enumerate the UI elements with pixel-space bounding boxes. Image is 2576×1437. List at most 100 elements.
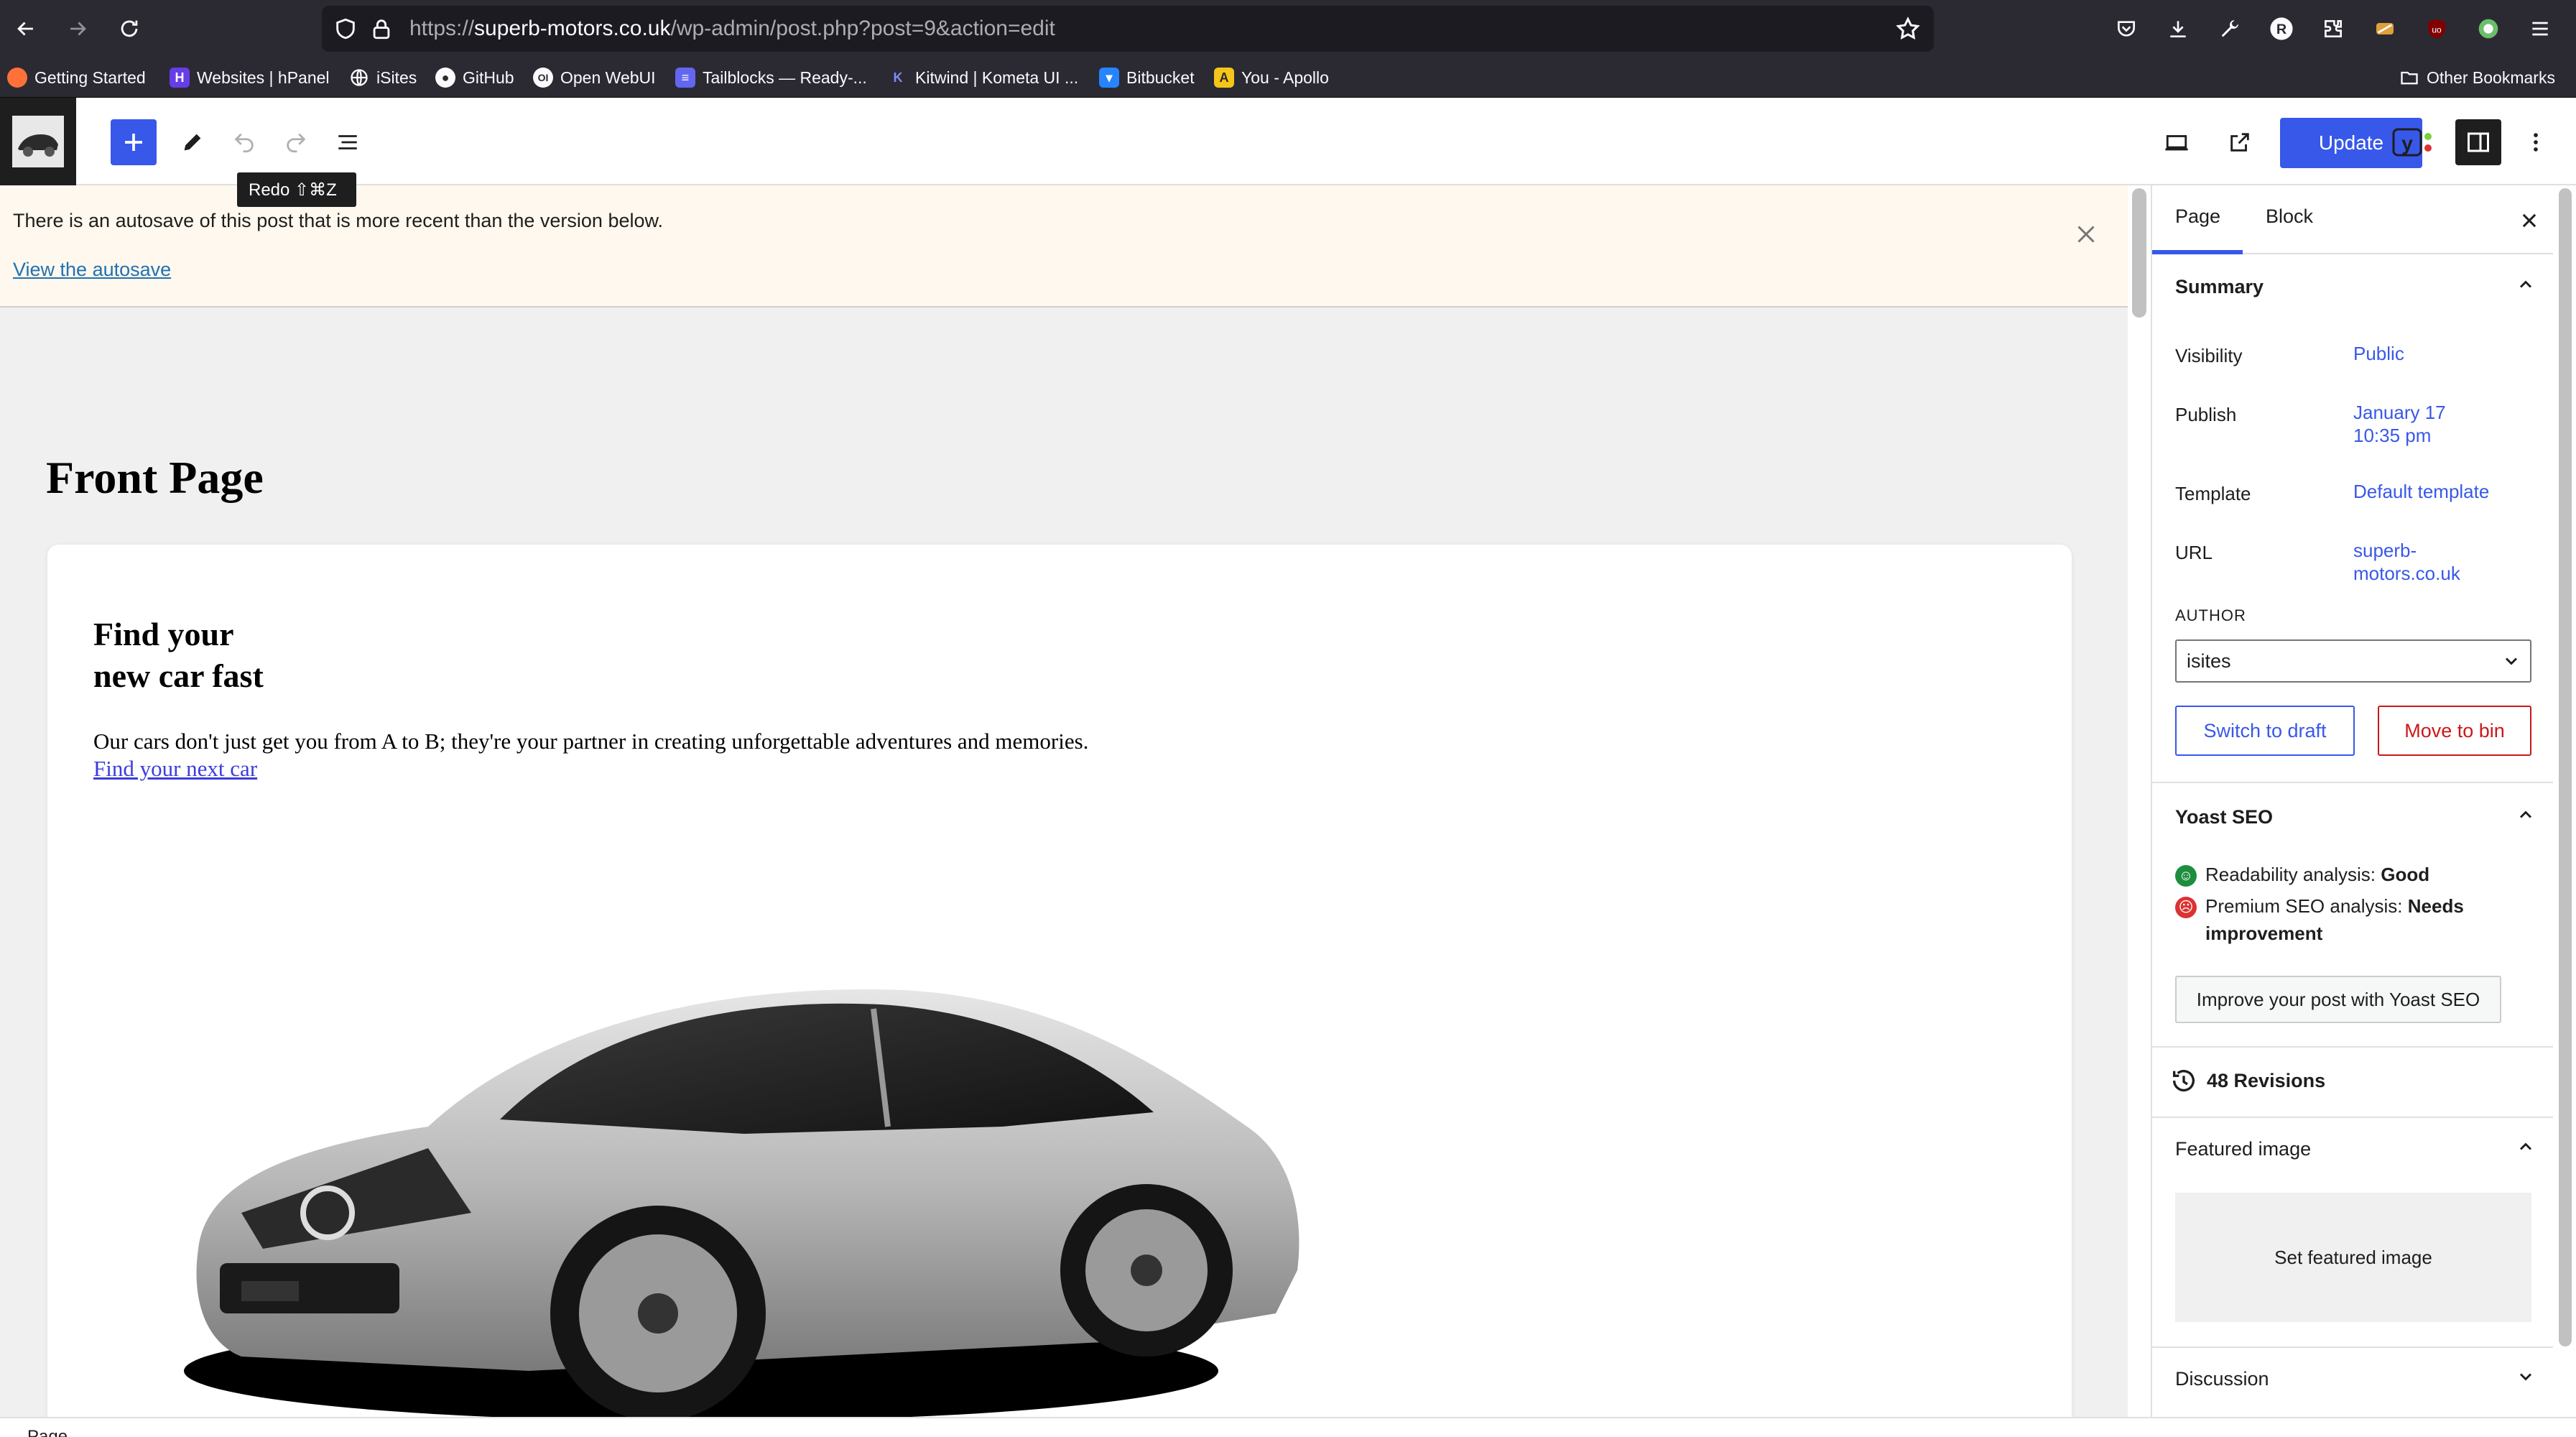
featured-image-title[interactable]: Featured image bbox=[2175, 1138, 2311, 1160]
find-car-link[interactable]: Find your next car bbox=[93, 756, 257, 782]
document-overview-button[interactable] bbox=[325, 119, 371, 165]
close-icon bbox=[2522, 213, 2536, 228]
discussion-expand-button[interactable] bbox=[2511, 1362, 2540, 1391]
tab-block[interactable]: Block bbox=[2266, 205, 2313, 228]
undo-button[interactable] bbox=[221, 119, 267, 165]
readability-label: Readability analysis: bbox=[2205, 864, 2381, 885]
visibility-value[interactable]: Public bbox=[2353, 342, 2540, 365]
shield-icon[interactable] bbox=[333, 16, 358, 42]
bookmark-open-webui[interactable]: OI Open WebUI bbox=[533, 65, 656, 91]
kitwind-icon: K bbox=[893, 70, 903, 85]
firefox-icon bbox=[7, 68, 27, 88]
divider bbox=[2152, 1346, 2553, 1348]
redo-tooltip: Redo ⇧⌘Z bbox=[237, 172, 356, 207]
bookmark-apollo[interactable]: A You - Apollo bbox=[1214, 65, 1329, 91]
yoast-panel-title[interactable]: Yoast SEO bbox=[2175, 806, 2273, 828]
template-label: Template bbox=[2175, 483, 2251, 504]
breadcrumb-page[interactable]: Page bbox=[27, 1427, 68, 1437]
wrench-icon bbox=[2221, 19, 2238, 37]
history-icon bbox=[2172, 1070, 2195, 1092]
extensions-button[interactable] bbox=[2307, 0, 2359, 57]
chevron-up-icon bbox=[2519, 1142, 2532, 1150]
reload-button[interactable] bbox=[103, 0, 155, 57]
bookmark-hpanel[interactable]: H Websites | hPanel bbox=[170, 65, 330, 91]
hamburger-menu-icon bbox=[2532, 22, 2548, 36]
undo-icon bbox=[234, 133, 254, 153]
template-value[interactable]: Default template bbox=[2353, 480, 2540, 503]
more-vertical-icon bbox=[2534, 133, 2538, 152]
redo-icon bbox=[287, 133, 306, 153]
chevron-down-icon bbox=[2519, 1373, 2532, 1381]
divider bbox=[2152, 1046, 2553, 1048]
bookmark-github[interactable]: ● GitHub bbox=[435, 65, 514, 91]
bookmark-getting-started[interactable]: Getting Started bbox=[7, 65, 146, 91]
bookmark-tailblocks[interactable]: ≡ Tailblocks — Ready-... bbox=[675, 65, 867, 91]
devtools-button[interactable] bbox=[2204, 0, 2256, 57]
url-value[interactable]: superb- motors.co.uk bbox=[2353, 539, 2540, 585]
sidebar-scrollbar[interactable] bbox=[2559, 188, 2572, 1346]
move-to-bin-button[interactable]: Move to bin bbox=[2378, 706, 2531, 756]
bookmark-star-icon[interactable] bbox=[1895, 16, 1921, 42]
bookmark-bitbucket[interactable]: ▾ Bitbucket bbox=[1099, 65, 1195, 91]
options-button[interactable] bbox=[2513, 119, 2559, 165]
revisions-button[interactable]: 48 Revisions bbox=[2169, 1066, 2325, 1095]
switch-to-draft-button[interactable]: Switch to draft bbox=[2175, 706, 2355, 756]
bookmark-isites[interactable]: iSites bbox=[349, 65, 417, 91]
close-settings-button[interactable] bbox=[2511, 203, 2547, 239]
extension-button-2[interactable] bbox=[2463, 0, 2514, 57]
yoast-button[interactable]: y bbox=[2391, 119, 2437, 165]
redo-button[interactable] bbox=[273, 119, 319, 165]
profile-r-button[interactable]: R bbox=[2256, 0, 2307, 57]
summary-collapse-button[interactable] bbox=[2511, 270, 2540, 299]
chevron-up-icon bbox=[2519, 810, 2532, 818]
arrow-left-icon bbox=[17, 22, 33, 36]
bookmark-kitwind[interactable]: K Kitwind | Kometa UI ... bbox=[888, 65, 1079, 91]
forward-button[interactable] bbox=[52, 0, 103, 57]
tab-page[interactable]: Page bbox=[2175, 205, 2220, 228]
app-menu-button[interactable] bbox=[2514, 0, 2566, 57]
bookmark-label: GitHub bbox=[463, 68, 514, 87]
ublock-button[interactable]: uo bbox=[2411, 0, 2463, 57]
set-featured-image-button[interactable]: Set featured image bbox=[2175, 1193, 2531, 1322]
hero-heading[interactable]: Find your new car fast bbox=[93, 614, 524, 697]
add-block-button[interactable] bbox=[111, 119, 157, 165]
canvas-scrollbar[interactable] bbox=[2132, 188, 2146, 318]
lock-icon[interactable] bbox=[369, 16, 394, 42]
editor-canvas[interactable]: There is an autosave of this post that i… bbox=[0, 185, 2128, 1417]
pocket-button[interactable] bbox=[2100, 0, 2152, 57]
sidebar-icon bbox=[2468, 132, 2489, 152]
dismiss-notice-button[interactable] bbox=[2065, 213, 2108, 256]
autosave-notice-text: There is an autosave of this post that i… bbox=[13, 210, 664, 231]
view-autosave-link[interactable]: View the autosave bbox=[13, 259, 171, 281]
openwebui-icon: OI bbox=[533, 68, 553, 88]
improve-yoast-button[interactable]: Improve your post with Yoast SEO bbox=[2175, 976, 2501, 1023]
settings-sidebar-toggle[interactable] bbox=[2455, 119, 2501, 165]
back-button[interactable] bbox=[0, 0, 52, 57]
featured-collapse-button[interactable] bbox=[2511, 1132, 2540, 1161]
pocket-icon bbox=[2118, 21, 2135, 37]
site-icon-button[interactable] bbox=[0, 98, 76, 185]
url-bar[interactable]: https://superb-motors.co.uk/wp-admin/pos… bbox=[322, 6, 1934, 52]
car-image[interactable] bbox=[155, 911, 1326, 1417]
url-text[interactable]: https://superb-motors.co.uk/wp-admin/pos… bbox=[409, 16, 1055, 42]
puzzle-icon bbox=[2325, 20, 2342, 37]
post-title[interactable]: Front Page bbox=[46, 451, 264, 504]
hero-block[interactable]: Find your new car fast Our cars don't ju… bbox=[47, 545, 2072, 1417]
download-icon bbox=[2170, 21, 2186, 37]
apollo-icon: A bbox=[1214, 68, 1234, 88]
other-bookmarks[interactable]: Other Bookmarks bbox=[2399, 65, 2555, 91]
yoast-collapse-button[interactable] bbox=[2511, 800, 2540, 829]
preview-button[interactable] bbox=[2154, 119, 2200, 165]
summary-panel-title[interactable]: Summary bbox=[2175, 276, 2264, 298]
pencil-icon bbox=[184, 134, 201, 151]
author-select[interactable]: isites bbox=[2175, 639, 2531, 683]
publish-date-button[interactable]: January 17 10:35 pm bbox=[2353, 401, 2540, 447]
discussion-panel-title[interactable]: Discussion bbox=[2175, 1368, 2269, 1390]
extension-button-1[interactable] bbox=[2359, 0, 2411, 57]
view-page-button[interactable] bbox=[2217, 119, 2263, 165]
hero-paragraph[interactable]: Our cars don't just get you from A to B;… bbox=[93, 729, 1088, 754]
bookmark-label: Tailblocks — Ready-... bbox=[703, 68, 867, 87]
seo-analysis: ☹ Premium SEO analysis: Needs improvemen… bbox=[2175, 892, 2534, 947]
downloads-button[interactable] bbox=[2152, 0, 2204, 57]
tools-button[interactable] bbox=[170, 119, 216, 165]
